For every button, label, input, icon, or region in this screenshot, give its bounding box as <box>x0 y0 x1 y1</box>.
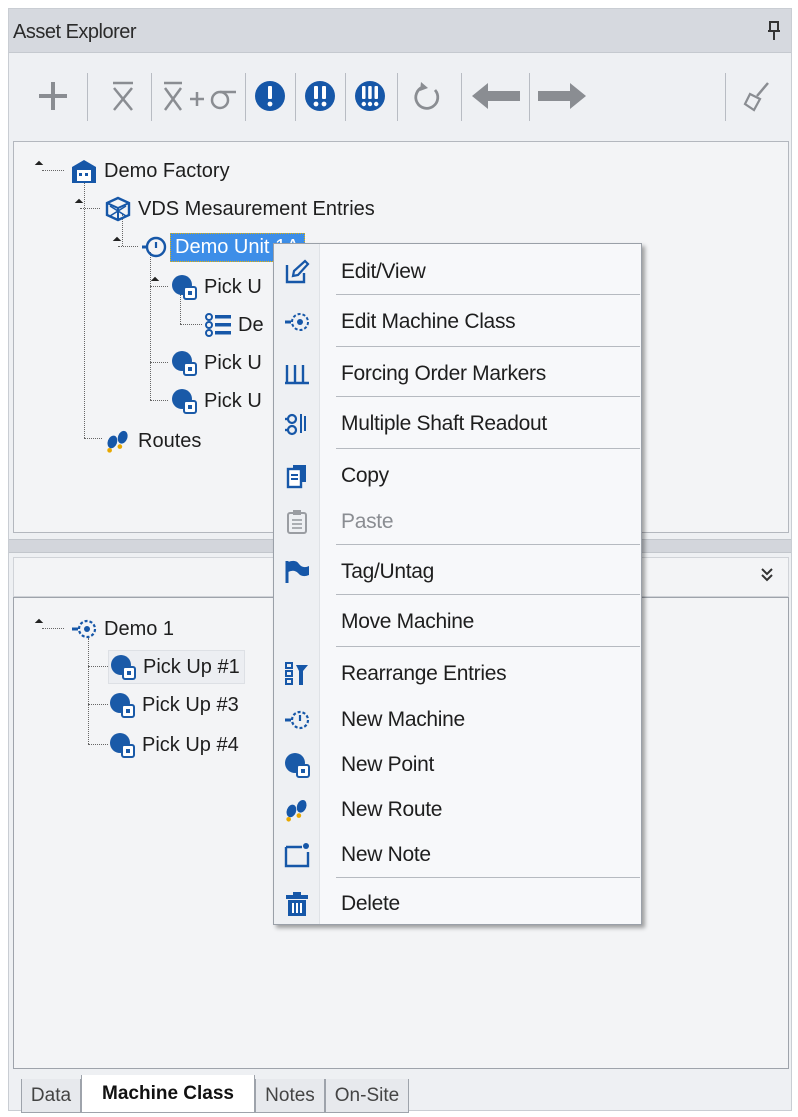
expand-arrow-icon[interactable] <box>34 618 44 628</box>
expand-arrow-icon[interactable] <box>150 276 160 286</box>
alert-1-icon[interactable] <box>249 71 291 121</box>
tab-data[interactable]: Data <box>21 1079 81 1113</box>
tree-node-routes[interactable]: Routes <box>104 424 201 458</box>
flag-icon <box>284 559 310 585</box>
tree-node-pick-up[interactable]: Pick U <box>170 384 262 418</box>
tree-node-pick-up[interactable]: Pick U <box>170 270 262 304</box>
machine-class-root[interactable]: Demo 1 <box>70 612 174 646</box>
menu-item-rearrange-entries[interactable]: Rearrange Entries <box>274 652 641 696</box>
arrow-right-icon[interactable] <box>535 71 589 121</box>
edit-icon <box>284 259 310 285</box>
menu-item-multiple-shaft-readout[interactable]: Multiple Shaft Readout <box>274 402 641 446</box>
expand-arrow-icon[interactable] <box>34 160 44 170</box>
tab-notes[interactable]: Notes <box>255 1079 325 1113</box>
trash-icon <box>284 891 310 917</box>
note-icon <box>284 842 310 868</box>
footprints-icon <box>104 427 132 455</box>
add-icon[interactable] <box>33 71 73 121</box>
point-icon <box>108 731 136 759</box>
menu-item-edit-machine-class[interactable]: Edit Machine Class <box>274 300 641 344</box>
arrow-left-icon[interactable] <box>469 71 523 121</box>
route-icon <box>284 797 310 823</box>
expand-arrow-icon[interactable] <box>112 236 122 246</box>
menu-item-paste: Paste <box>274 500 641 544</box>
cube-icon <box>104 195 132 223</box>
menu-item-forcing-order-markers[interactable]: Forcing Order Markers <box>274 352 641 396</box>
factory-icon <box>70 157 98 185</box>
tab-machine-class[interactable]: Machine Class <box>81 1075 255 1113</box>
panel-titlebar: Asset Explorer <box>9 9 791 53</box>
point-icon <box>108 691 136 719</box>
menu-item-new-route[interactable]: New Route <box>274 788 641 832</box>
menu-item-new-machine[interactable]: New Machine <box>274 698 641 742</box>
menu-item-copy[interactable]: Copy <box>274 454 641 498</box>
alert-2-icon[interactable] <box>299 71 341 121</box>
point-icon <box>170 387 198 415</box>
menu-item-move-machine[interactable]: Move Machine <box>274 600 641 644</box>
point-icon <box>109 653 137 681</box>
menu-item-new-note[interactable]: New Note <box>274 833 641 877</box>
machine-class-item[interactable]: Pick Up #4 <box>108 728 239 762</box>
pin-icon[interactable] <box>767 21 781 41</box>
tree-node-factory[interactable]: Demo Factory <box>70 154 230 188</box>
menu-item-tag-untag[interactable]: Tag/Untag <box>274 550 641 594</box>
alert-3-icon[interactable] <box>349 71 391 121</box>
rearrange-icon <box>284 661 310 687</box>
broom-icon[interactable] <box>737 71 777 121</box>
expand-arrow-icon[interactable] <box>74 198 84 208</box>
menu-item-new-point[interactable]: New Point <box>274 743 641 787</box>
tree-node-vds-entries[interactable]: VDS Mesaurement Entries <box>104 192 375 226</box>
tree-node-pick-up[interactable]: Pick U <box>170 346 262 380</box>
machine-class-item[interactable]: Pick Up #3 <box>108 688 239 722</box>
bottom-tabs: Data Machine Class Notes On-Site <box>9 1075 791 1113</box>
copy-icon <box>284 463 310 489</box>
tab-on-site[interactable]: On-Site <box>325 1079 409 1113</box>
point-icon <box>170 349 198 377</box>
machine-icon <box>284 707 310 733</box>
xbar-sigma-icon[interactable] <box>159 71 241 121</box>
toolbar <box>9 55 791 141</box>
list-icon <box>204 311 232 339</box>
collapse-chevron-icon[interactable] <box>760 566 774 587</box>
menu-item-edit-view[interactable]: Edit/View <box>274 250 641 294</box>
tree-node-entry[interactable]: De <box>204 308 264 342</box>
xbar-icon[interactable] <box>101 71 145 121</box>
machine-icon <box>140 233 168 261</box>
machine-class-icon <box>70 615 98 643</box>
refresh-icon[interactable] <box>407 71 447 121</box>
machine-class-item[interactable]: Pick Up #1 <box>108 650 245 684</box>
point-icon <box>170 273 198 301</box>
shaft-icon <box>284 411 310 437</box>
menu-item-delete[interactable]: Delete <box>274 882 641 926</box>
markers-icon <box>284 361 310 387</box>
panel-title: Asset Explorer <box>13 21 137 43</box>
paste-icon <box>284 509 310 535</box>
context-menu: Edit/View Edit Machine Class Forcing Ord… <box>273 243 642 925</box>
machine-class-icon <box>284 309 310 335</box>
point-icon <box>284 752 310 778</box>
